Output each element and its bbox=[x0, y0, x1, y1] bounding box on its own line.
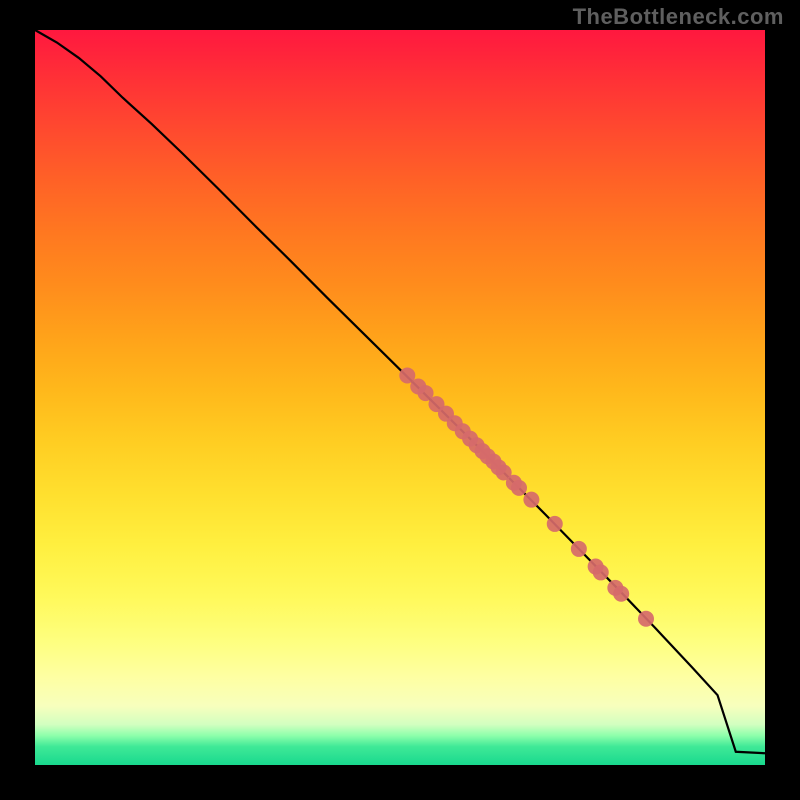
data-point bbox=[547, 516, 563, 532]
data-point bbox=[638, 611, 654, 627]
data-point bbox=[593, 564, 609, 580]
data-point bbox=[613, 586, 629, 602]
data-point bbox=[511, 480, 527, 496]
data-point bbox=[523, 492, 539, 508]
chart-svg bbox=[35, 30, 765, 765]
data-points bbox=[399, 367, 654, 626]
chart-frame: TheBottleneck.com bbox=[0, 0, 800, 800]
plot-area bbox=[35, 30, 765, 765]
watermark-text: TheBottleneck.com bbox=[573, 4, 784, 30]
bottleneck-curve bbox=[35, 30, 765, 753]
data-point bbox=[571, 541, 587, 557]
